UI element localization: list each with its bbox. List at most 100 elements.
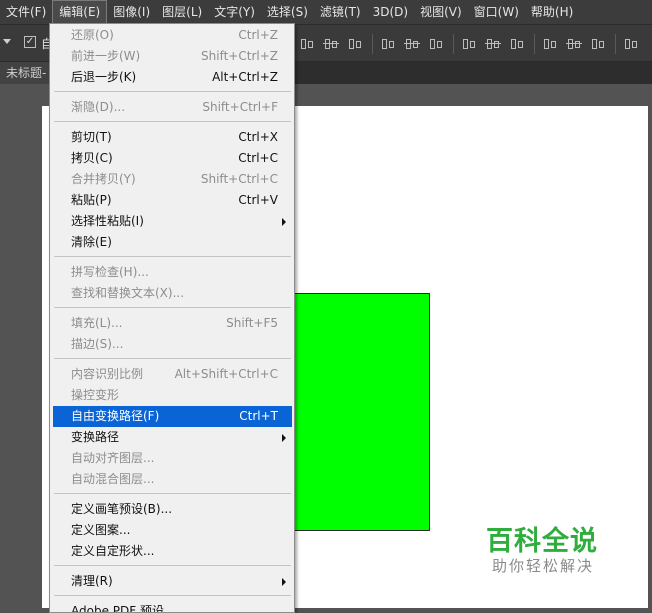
- align-right-edges-icon[interactable]: [427, 35, 445, 53]
- menu-item-label: 合并拷贝(Y): [71, 172, 136, 186]
- menu-item-shortcut: Alt+Shift+Ctrl+C: [174, 367, 278, 381]
- menu-item: 拼写检查(H)...: [53, 262, 292, 283]
- menu-separator: [54, 493, 291, 494]
- menu-separator: [54, 121, 291, 122]
- menu-item-label: 清理(R): [71, 574, 113, 588]
- watermark-subtitle: 助你轻松解决: [492, 557, 595, 575]
- menu-item[interactable]: 粘贴(P) Ctrl+V: [53, 190, 292, 211]
- submenu-arrow-icon: [282, 578, 286, 586]
- menu-separator: [54, 91, 291, 92]
- submenu-arrow-icon: [282, 218, 286, 226]
- menu-item[interactable]: 定义画笔预设(B)...: [53, 499, 292, 520]
- distribute-vertical-centers-icon[interactable]: [484, 35, 502, 53]
- distribute-top-icon[interactable]: [460, 35, 478, 53]
- menu-item-label: 拼写检查(H)...: [71, 265, 149, 279]
- menu-item-label: 渐隐(D)...: [71, 100, 126, 114]
- menu-item-shortcut: Ctrl+Z: [238, 28, 278, 42]
- menu-separator: [54, 307, 291, 308]
- menu-separator: [54, 565, 291, 566]
- menu-item-label: 前进一步(W): [71, 49, 141, 63]
- menu-item-shortcut: Ctrl+X: [238, 130, 278, 144]
- menu-item[interactable]: 定义自定形状...: [53, 541, 292, 562]
- align-top-edges-icon[interactable]: [298, 35, 316, 53]
- menu-item-shortcut: Shift+F5: [226, 316, 278, 330]
- menu-item-label: 自由变换路径(F): [71, 409, 160, 423]
- menu-item[interactable]: 定义图案...: [53, 520, 292, 541]
- menu-item: 前进一步(W) Shift+Ctrl+Z: [53, 46, 292, 67]
- menu-select[interactable]: 选择(S): [261, 0, 314, 24]
- menu-edit[interactable]: 编辑(E): [52, 0, 108, 24]
- menu-item-label: 粘贴(P): [71, 193, 112, 207]
- menu-item[interactable]: 拷贝(C) Ctrl+C: [53, 148, 292, 169]
- edit-menu-dropdown: 还原(O) Ctrl+Z 前进一步(W) Shift+Ctrl+Z 后退一步(K) Alt…: [49, 23, 295, 613]
- menu-layer[interactable]: 图层(L): [156, 0, 208, 24]
- menu-item-label: 操控变形: [71, 388, 120, 402]
- menu-item[interactable]: 自由变换路径(F) Ctrl+T: [53, 406, 292, 427]
- menu-item: 合并拷贝(Y) Shift+Ctrl+C: [53, 169, 292, 190]
- menu-item[interactable]: 剪切(T) Ctrl+X: [53, 127, 292, 148]
- menu-type[interactable]: 文字(Y): [208, 0, 261, 24]
- toolbar-divider: [534, 34, 535, 54]
- menu-3d[interactable]: 3D(D): [367, 0, 414, 24]
- menu-item-label: 内容识别比例: [71, 367, 144, 381]
- menu-bar: 文件(F) 编辑(E) 图像(I) 图层(L) 文字(Y) 选择(S) 滤镜(T…: [0, 0, 652, 24]
- menu-item-shortcut: Shift+Ctrl+F: [202, 100, 278, 114]
- menu-item-label: 描边(S)...: [71, 337, 124, 351]
- menu-item[interactable]: Adobe PDF 预设...: [53, 601, 292, 613]
- menu-item-label: 后退一步(K): [71, 70, 137, 84]
- document-tab[interactable]: 未标题-: [0, 62, 53, 84]
- menu-item-shortcut: Shift+Ctrl+C: [200, 172, 278, 186]
- menu-item-shortcut: Shift+Ctrl+Z: [201, 49, 278, 63]
- menu-view[interactable]: 视图(V): [414, 0, 468, 24]
- menu-filter[interactable]: 滤镜(T): [314, 0, 367, 24]
- menu-file[interactable]: 文件(F): [0, 0, 52, 24]
- menu-item-label: 定义图案...: [71, 523, 131, 537]
- distribute-right-icon[interactable]: [589, 35, 607, 53]
- menu-separator: [54, 358, 291, 359]
- menu-item[interactable]: 清理(R): [53, 571, 292, 592]
- menu-image[interactable]: 图像(I): [107, 0, 156, 24]
- menu-item: 还原(O) Ctrl+Z: [53, 25, 292, 46]
- green-rectangle-shape[interactable]: [286, 293, 430, 531]
- menu-item-label: 定义画笔预设(B)...: [71, 502, 173, 516]
- menu-item-label: 自动对齐图层...: [71, 451, 155, 465]
- menu-window[interactable]: 窗口(W): [468, 0, 525, 24]
- watermark-title: 百科全说: [486, 526, 598, 557]
- tool-preset-chevron-down-icon[interactable]: [3, 39, 11, 44]
- menu-item-shortcut: Ctrl+T: [239, 409, 278, 423]
- menu-item: 自动对齐图层...: [53, 448, 292, 469]
- menu-item: 描边(S)...: [53, 334, 292, 355]
- menu-item[interactable]: 变换路径: [53, 427, 292, 448]
- auto-select-checkbox[interactable]: ✓: [24, 36, 36, 48]
- menu-item: 填充(L)... Shift+F5: [53, 313, 292, 334]
- align-left-edges-icon[interactable]: [379, 35, 397, 53]
- menu-item-label: 还原(O): [71, 28, 114, 42]
- menu-help[interactable]: 帮助(H): [525, 0, 579, 24]
- menu-item-label: 查找和替换文本(X)...: [71, 286, 185, 300]
- menu-separator: [54, 256, 291, 257]
- menu-item-label: Adobe PDF 预设...: [71, 604, 176, 613]
- menu-item-label: 选择性粘贴(I): [71, 214, 144, 228]
- menu-item: 操控变形: [53, 385, 292, 406]
- menu-item-label: 填充(L)...: [71, 316, 123, 330]
- toolbar-divider: [453, 34, 454, 54]
- distribute-horizontal-centers-icon[interactable]: [565, 35, 583, 53]
- menu-item[interactable]: 后退一步(K) Alt+Ctrl+Z: [53, 67, 292, 88]
- menu-item-label: 自动混合图层...: [71, 472, 155, 486]
- align-vertical-centers-icon[interactable]: [322, 35, 340, 53]
- menu-item: 查找和替换文本(X)...: [53, 283, 292, 304]
- align-horizontal-centers-icon[interactable]: [403, 35, 421, 53]
- distribute-bottom-icon[interactable]: [508, 35, 526, 53]
- toolbar-divider: [372, 34, 373, 54]
- menu-item-label: 拷贝(C): [71, 151, 113, 165]
- auto-align-layers-icon[interactable]: [622, 35, 640, 53]
- menu-item[interactable]: 选择性粘贴(I): [53, 211, 292, 232]
- distribute-left-icon[interactable]: [541, 35, 559, 53]
- align-bottom-edges-icon[interactable]: [346, 35, 364, 53]
- menu-item-shortcut: Ctrl+C: [238, 151, 278, 165]
- menu-separator: [54, 595, 291, 596]
- menu-item-label: 定义自定形状...: [71, 544, 155, 558]
- menu-item[interactable]: 清除(E): [53, 232, 292, 253]
- menu-item: 内容识别比例 Alt+Shift+Ctrl+C: [53, 364, 292, 385]
- menu-item-label: 清除(E): [71, 235, 112, 249]
